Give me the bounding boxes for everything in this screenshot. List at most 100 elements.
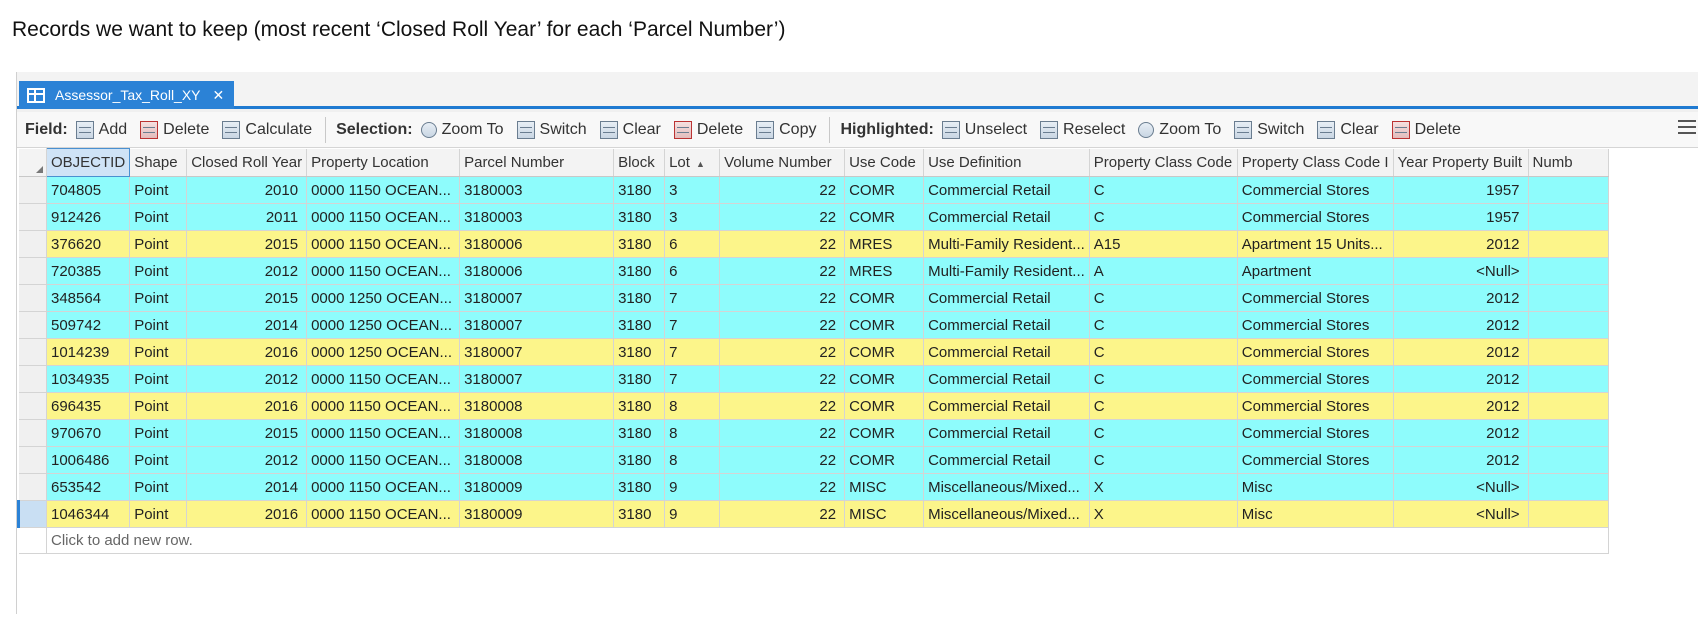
table-cell[interactable]: 7 — [664, 365, 721, 393]
table-cell[interactable]: Commercial Retail — [923, 311, 1090, 339]
table-cell[interactable]: 2010 — [186, 176, 308, 204]
table-cell[interactable]: 3180 — [613, 257, 666, 285]
select-all-corner[interactable] — [18, 148, 47, 177]
table-cell[interactable]: 3180007 — [459, 365, 615, 393]
table-cell[interactable]: Apartment — [1237, 257, 1394, 285]
table-cell[interactable]: 0000 1150 OCEAN... — [306, 473, 461, 501]
row-selector[interactable] — [18, 473, 47, 501]
row-selector[interactable] — [18, 419, 47, 447]
table-cell[interactable]: Point — [129, 311, 188, 339]
table-cell[interactable]: <Null> — [1393, 500, 1529, 528]
table-cell[interactable] — [1528, 257, 1609, 285]
column-header-shape[interactable]: Shape — [129, 148, 188, 177]
table-cell[interactable]: 2016 — [186, 392, 308, 420]
column-header-year-property-built[interactable]: Year Property Built — [1393, 148, 1529, 177]
selection-copy-button[interactable]: Copy — [756, 120, 816, 139]
table-cell[interactable]: 2012 — [186, 365, 308, 393]
table-cell[interactable]: Commercial Retail — [923, 419, 1090, 447]
table-cell[interactable]: Miscellaneous/Mixed... — [923, 473, 1090, 501]
table-cell[interactable] — [1528, 284, 1609, 312]
table-cell[interactable] — [1528, 230, 1609, 258]
table-cell[interactable]: 8 — [664, 392, 721, 420]
table-cell[interactable]: 3180 — [613, 473, 666, 501]
table-cell[interactable]: 3180007 — [459, 284, 615, 312]
table-cell[interactable]: 22 — [719, 446, 846, 474]
table-cell[interactable]: 970670 — [46, 419, 131, 447]
table-cell[interactable]: 1014239 — [46, 338, 131, 366]
table-cell[interactable]: 2012 — [1393, 311, 1529, 339]
table-cell[interactable]: COMR — [844, 311, 925, 339]
table-cell[interactable] — [1528, 500, 1609, 528]
table-cell[interactable]: Commercial Stores — [1237, 392, 1394, 420]
table-cell[interactable]: C — [1089, 176, 1238, 204]
table-cell[interactable]: 3180 — [613, 365, 666, 393]
table-cell[interactable]: 3 — [664, 203, 721, 231]
table-cell[interactable]: 2012 — [1393, 392, 1529, 420]
table-row[interactable]: 376620 Point 2015 0000 1150 OCEAN... 3180006… — [18, 230, 1609, 258]
table-row[interactable]: 912426 Point 2011 0000 1150 OCEAN... 3180003… — [18, 203, 1609, 231]
table-cell[interactable]: Commercial Stores — [1237, 311, 1394, 339]
table-cell[interactable]: C — [1089, 392, 1238, 420]
table-cell[interactable] — [1528, 392, 1609, 420]
table-cell[interactable]: <Null> — [1393, 257, 1529, 285]
selection-zoom-to-button[interactable]: Zoom To — [420, 121, 504, 139]
table-cell[interactable]: 3180003 — [459, 176, 615, 204]
table-cell[interactable]: 3180 — [613, 230, 666, 258]
table-cell[interactable]: <Null> — [1393, 473, 1529, 501]
table-cell[interactable]: 2015 — [186, 419, 308, 447]
table-row[interactable]: 1006486 Point 2012 0000 1150 OCEAN... 318000… — [18, 446, 1609, 474]
table-cell[interactable]: Commercial Stores — [1237, 176, 1394, 204]
table-cell[interactable]: 22 — [719, 230, 846, 258]
table-cell[interactable]: 348564 — [46, 284, 131, 312]
table-cell[interactable]: 3180008 — [459, 419, 615, 447]
table-cell[interactable]: 2014 — [186, 311, 308, 339]
table-cell[interactable]: Point — [129, 473, 188, 501]
table-cell[interactable]: Point — [129, 176, 188, 204]
table-cell[interactable]: 2012 — [1393, 446, 1529, 474]
table-cell[interactable]: Commercial Stores — [1237, 365, 1394, 393]
row-selector[interactable] — [18, 257, 47, 285]
table-menu-icon[interactable] — [1678, 120, 1696, 136]
table-cell[interactable]: 3180 — [613, 203, 666, 231]
table-cell[interactable] — [1528, 473, 1609, 501]
table-cell[interactable]: 2014 — [186, 473, 308, 501]
table-cell[interactable] — [1528, 203, 1609, 231]
table-cell[interactable]: Point — [129, 500, 188, 528]
highlighted-clear-button[interactable]: Clear — [1317, 120, 1379, 139]
table-cell[interactable] — [1528, 338, 1609, 366]
table-cell[interactable]: A15 — [1089, 230, 1238, 258]
table-cell[interactable]: 376620 — [46, 230, 131, 258]
table-cell[interactable]: 2015 — [186, 230, 308, 258]
add-new-row-prompt[interactable]: Click to add new row. — [46, 527, 1609, 554]
row-selector[interactable] — [18, 365, 47, 393]
table-cell[interactable]: 1046344 — [46, 500, 131, 528]
table-cell[interactable]: 3180 — [613, 311, 666, 339]
table-cell[interactable]: 720385 — [46, 257, 131, 285]
table-cell[interactable]: 22 — [719, 176, 846, 204]
table-cell[interactable]: 1957 — [1393, 203, 1529, 231]
table-cell[interactable]: 3180 — [613, 500, 666, 528]
table-cell[interactable]: 912426 — [46, 203, 131, 231]
table-row[interactable]: 704805 Point 2010 0000 1150 OCEAN... 3180003… — [18, 176, 1609, 204]
table-cell[interactable]: 8 — [664, 446, 721, 474]
table-cell[interactable]: Point — [129, 257, 188, 285]
row-selector[interactable] — [18, 203, 47, 231]
table-cell[interactable]: 22 — [719, 203, 846, 231]
table-cell[interactable] — [1528, 176, 1609, 204]
table-cell[interactable]: 7 — [664, 284, 721, 312]
table-cell[interactable]: 22 — [719, 419, 846, 447]
table-cell[interactable]: C — [1089, 419, 1238, 447]
table-cell[interactable]: Miscellaneous/Mixed... — [923, 500, 1090, 528]
table-cell[interactable]: 22 — [719, 392, 846, 420]
table-row[interactable]: 509742 Point 2014 0000 1250 OCEAN... 3180007… — [18, 311, 1609, 339]
column-header-closed-roll-year[interactable]: Closed Roll Year — [186, 148, 308, 177]
table-cell[interactable]: Commercial Stores — [1237, 419, 1394, 447]
column-header-lot[interactable]: Lot ▲ — [664, 148, 721, 177]
highlighted-delete-button[interactable]: Delete — [1391, 120, 1461, 139]
table-cell[interactable]: 2015 — [186, 284, 308, 312]
table-cell[interactable]: Commercial Stores — [1237, 284, 1394, 312]
table-cell[interactable]: 3180 — [613, 419, 666, 447]
table-cell[interactable]: 0000 1150 OCEAN... — [306, 446, 461, 474]
table-cell[interactable]: 2012 — [186, 446, 308, 474]
table-cell[interactable]: Misc — [1237, 473, 1394, 501]
